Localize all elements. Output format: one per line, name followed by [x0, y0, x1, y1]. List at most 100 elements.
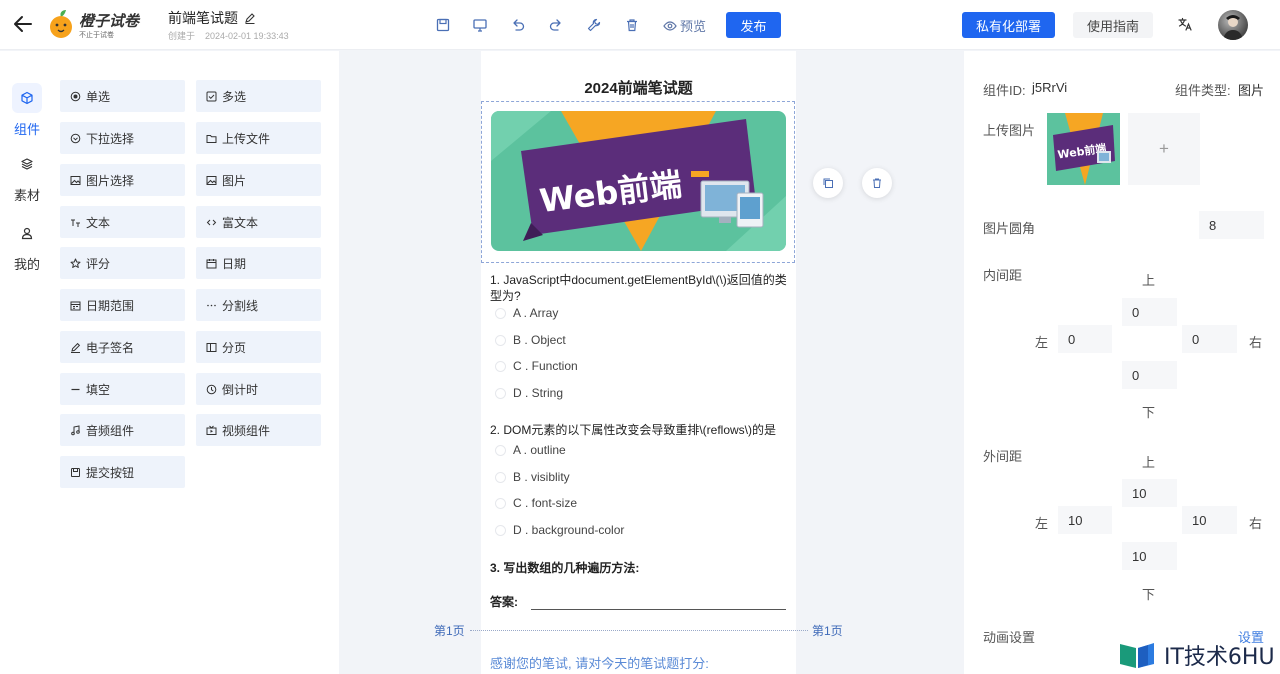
paper-canvas: 2024前端笔试题 Web前端 1. JavaScript中document.g…	[481, 51, 892, 674]
question-1-option-c[interactable]: C . Function	[495, 359, 578, 373]
copy-component-button[interactable]	[813, 168, 843, 198]
translate-icon[interactable]	[1177, 16, 1193, 32]
component-countdown[interactable]: 倒计时	[196, 373, 321, 405]
component-rich-text[interactable]: 富文本	[196, 206, 321, 238]
image-radius-label: 图片圆角	[983, 221, 1036, 236]
component-video[interactable]: 视频组件	[196, 414, 321, 446]
rail-item-mine[interactable]: 我的	[0, 218, 54, 273]
padding-left-input[interactable]	[1058, 325, 1112, 353]
upload-image-button[interactable]: +	[1128, 113, 1200, 185]
component-rating[interactable]: 评分	[60, 247, 185, 279]
component-image[interactable]: 图片	[196, 164, 321, 196]
component-dropdown[interactable]: 下拉选择	[60, 122, 185, 154]
option-label: B . visiblity	[513, 470, 570, 484]
uploaded-image-thumb[interactable]: Web前端	[1047, 113, 1120, 185]
component-label: 日期	[222, 256, 247, 271]
question-2-option-c[interactable]: C . font-size	[495, 496, 577, 510]
user-guide-button[interactable]: 使用指南	[1073, 12, 1153, 38]
delete-icon[interactable]	[624, 17, 640, 33]
radio-circle[interactable]	[495, 334, 506, 346]
component-label: 上传文件	[222, 131, 271, 146]
pagination-icon	[206, 342, 217, 352]
logo-title: 橙子试卷	[79, 13, 140, 30]
margin-right-label: 右	[1249, 516, 1263, 531]
question-1-option-d[interactable]: D . String	[495, 386, 563, 400]
radio-circle[interactable]	[495, 471, 506, 483]
delete-component-button[interactable]	[862, 168, 892, 198]
music-icon	[71, 424, 80, 435]
component-label: 分割线	[222, 298, 259, 313]
padding-right-input[interactable]	[1182, 325, 1237, 353]
component-submit-button[interactable]: 提交按钮	[60, 456, 185, 488]
private-deploy-button[interactable]: 私有化部署	[962, 12, 1055, 38]
top-header: 橙子试卷 不止于试卷 前端笔试题 创建于 2024-02-01 19:33:43 …	[0, 0, 1280, 50]
preview-label: 预览	[680, 19, 707, 34]
answer-input-line[interactable]	[531, 609, 786, 610]
component-image-select[interactable]: 图片选择	[60, 164, 185, 196]
copy-icon	[823, 178, 833, 188]
component-label: 富文本	[222, 215, 259, 230]
margin-right-input[interactable]	[1182, 506, 1237, 534]
radio-circle[interactable]	[495, 360, 506, 372]
component-label: 日期范围	[86, 298, 135, 313]
radio-circle[interactable]	[495, 497, 506, 509]
component-text[interactable]: 文本	[60, 206, 185, 238]
logo-subtitle: 不止于试卷	[79, 32, 114, 39]
question-2-option-a[interactable]: A . outline	[495, 443, 566, 457]
rail-item-components[interactable]: 组件	[0, 83, 54, 138]
margin-bottom-input[interactable]	[1122, 542, 1177, 570]
desktop-preview-icon[interactable]	[472, 17, 488, 33]
component-date-range[interactable]: 日期范围	[60, 289, 185, 321]
padding-bottom-input[interactable]	[1122, 361, 1177, 389]
component-id-label: 组件ID:	[983, 83, 1026, 98]
back-arrow-icon[interactable]	[12, 13, 34, 35]
banner-image: Web前端	[491, 111, 786, 251]
document-meta: 创建于 2024-02-01 19:33:43	[168, 29, 289, 42]
image-radius-input[interactable]	[1199, 211, 1264, 239]
wrench-icon[interactable]	[586, 17, 602, 33]
component-signature[interactable]: 电子签名	[60, 331, 185, 363]
component-pagination[interactable]: 分页	[196, 331, 321, 363]
plus-icon: +	[1159, 139, 1169, 158]
orange-logo-icon	[50, 10, 72, 38]
margin-left-input[interactable]	[1058, 506, 1112, 534]
save-icon[interactable]	[435, 17, 451, 33]
radio-circle[interactable]	[495, 444, 506, 456]
margin-left-label: 左	[1035, 516, 1049, 531]
component-checkbox[interactable]: 多选	[196, 80, 321, 112]
edit-title-icon[interactable]	[244, 12, 256, 24]
question-2-option-b[interactable]: B . visiblity	[495, 470, 570, 484]
user-avatar[interactable]	[1218, 10, 1248, 40]
radio-circle[interactable]	[495, 307, 506, 319]
rail-item-materials[interactable]: 素材	[0, 149, 54, 204]
page-label-right: 第1页	[812, 624, 843, 638]
component-audio[interactable]: 音频组件	[60, 414, 185, 446]
question-1-option-a[interactable]: A . Array	[495, 306, 558, 320]
margin-top-input[interactable]	[1122, 479, 1177, 507]
publish-button[interactable]: 发布	[726, 12, 781, 38]
preview-button[interactable]: 预览	[663, 16, 706, 35]
margin-bottom-label: 下	[1142, 587, 1156, 602]
margin-label: 外间距	[983, 449, 1023, 464]
component-label: 评分	[86, 256, 111, 271]
question-1-option-b[interactable]: B . Object	[495, 333, 566, 347]
component-fill-blank[interactable]: 填空	[60, 373, 185, 405]
checkbox-icon	[206, 91, 217, 101]
undo-icon[interactable]	[510, 17, 526, 33]
selected-image-block[interactable]: Web前端	[481, 101, 795, 263]
question-2-option-d[interactable]: D . background-color	[495, 523, 624, 537]
dropdown-icon	[70, 133, 81, 143]
redo-icon[interactable]	[548, 17, 564, 33]
component-radio[interactable]: 单选	[60, 80, 185, 112]
upload-image-label: 上传图片	[983, 123, 1036, 138]
radio-circle[interactable]	[495, 524, 506, 536]
component-date[interactable]: 日期	[196, 247, 321, 279]
padding-top-label: 上	[1142, 273, 1156, 288]
option-label: D . background-color	[513, 523, 625, 537]
padding-bottom-label: 下	[1142, 405, 1156, 420]
padding-top-input[interactable]	[1122, 298, 1177, 326]
option-label: A . outline	[513, 443, 566, 457]
radio-circle[interactable]	[495, 387, 506, 399]
component-upload-file[interactable]: 上传文件	[196, 122, 321, 154]
component-divider[interactable]: 分割线	[196, 289, 321, 321]
